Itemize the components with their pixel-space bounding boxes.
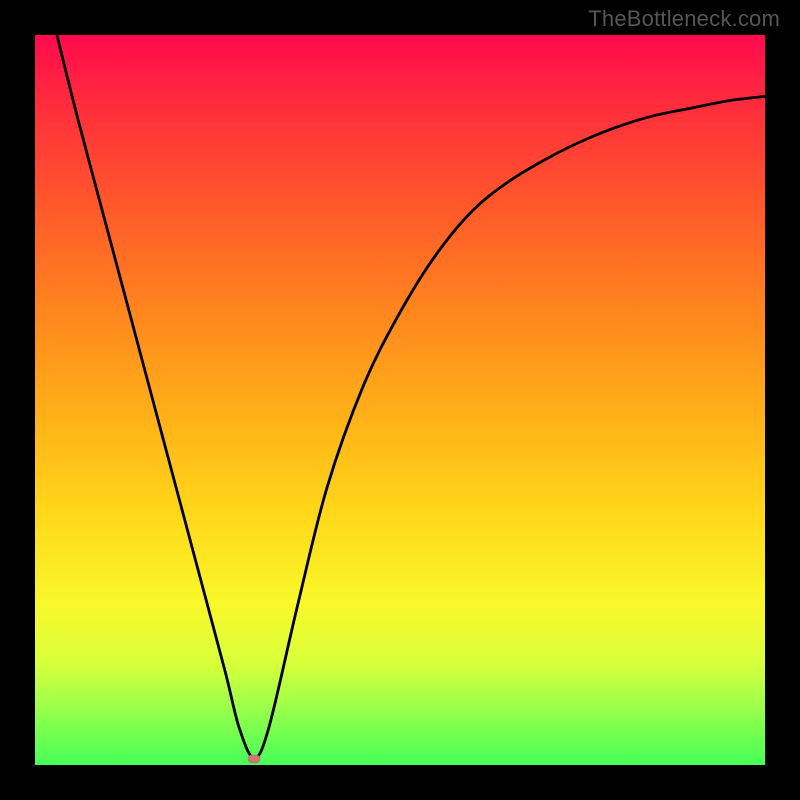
chart-container: TheBottleneck.com bbox=[0, 0, 800, 800]
minimum-marker bbox=[248, 755, 261, 764]
bottleneck-curve bbox=[35, 35, 765, 765]
plot-area bbox=[35, 35, 765, 765]
watermark-text: TheBottleneck.com bbox=[588, 6, 780, 32]
